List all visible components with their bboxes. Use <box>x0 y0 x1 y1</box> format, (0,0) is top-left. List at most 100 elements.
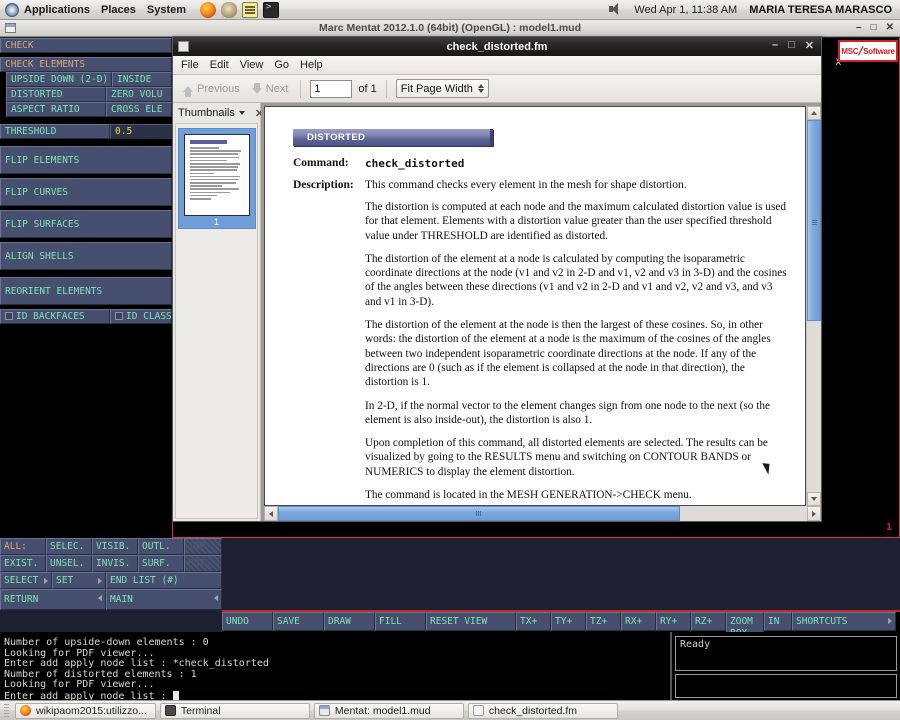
button-end-list[interactable]: END LIST (#) <box>106 572 222 589</box>
hscroll-track[interactable] <box>278 506 807 521</box>
mentat-console[interactable]: Number of upside-down elements : 0 Looki… <box>0 632 672 701</box>
button-aspect-ratio[interactable]: ASPECT RATIO <box>6 102 106 117</box>
button-align-shells[interactable]: ALIGN SHELLS <box>0 242 172 270</box>
button-cross-elements[interactable]: CROSS ELE <box>106 102 172 117</box>
task-item-terminal[interactable]: Terminal <box>159 702 310 719</box>
button-select-visible[interactable]: SELEC. <box>46 538 92 555</box>
pdf-menu-file[interactable]: File <box>181 59 199 71</box>
thumbnail-mode-label[interactable]: Thumbnails <box>178 107 235 119</box>
distro-logo-icon[interactable] <box>5 3 19 17</box>
firefox-icon[interactable] <box>200 1 217 18</box>
button-main[interactable]: MAIN <box>106 589 222 610</box>
panel-launchers <box>200 1 280 18</box>
button-rz-plus[interactable]: RZ+ <box>691 612 726 631</box>
scroll-up-button[interactable] <box>807 106 821 120</box>
pdf-horizontal-scrollbar[interactable] <box>264 506 821 521</box>
pdf-vertical-scrollbar[interactable] <box>806 106 821 506</box>
button-set-menu[interactable]: SET <box>52 572 106 589</box>
vscroll-thumb[interactable] <box>807 120 821 321</box>
hscroll-thumb[interactable] <box>278 506 681 521</box>
button-flip-elements[interactable]: FLIP ELEMENTS <box>0 146 172 174</box>
close-button[interactable]: ✕ <box>886 22 894 34</box>
console-line: Enter add apply node list : *check_disto… <box>4 658 269 669</box>
button-reset-view[interactable]: RESET VIEW <box>426 612 516 631</box>
button-invisible[interactable]: INVIS. <box>92 555 138 572</box>
menu-applications[interactable]: Applications <box>24 4 90 16</box>
button-fill[interactable]: FILL <box>375 612 426 631</box>
toggle-id-backfaces[interactable]: ID BACKFACES <box>0 309 110 324</box>
pdf-maximize-button[interactable]: □ <box>788 39 795 52</box>
vscroll-track[interactable] <box>807 120 821 492</box>
pdf-menu-go[interactable]: Go <box>274 59 289 71</box>
button-reorient-elements[interactable]: REORIENT ELEMENTS <box>0 277 172 305</box>
button-existing[interactable]: EXIST. <box>0 555 46 572</box>
scroll-down-button[interactable] <box>807 492 821 506</box>
gimp-icon[interactable] <box>221 1 238 18</box>
menu-places[interactable]: Places <box>101 4 136 16</box>
button-zoom-in[interactable]: IN <box>764 612 792 631</box>
document-paragraph: Upon completion of this command, all dis… <box>365 437 768 478</box>
threshold-row: THRESHOLD 0.5 <box>0 124 172 139</box>
spinner-icon <box>477 84 484 93</box>
toggle-id-class[interactable]: ID CLASS <box>110 309 172 324</box>
button-shortcuts[interactable]: SHORTCUTS <box>792 612 896 631</box>
pdf-menu-view[interactable]: View <box>240 59 264 71</box>
pdf-window-menu-icon[interactable] <box>178 41 189 52</box>
check-row-2: DISTORTED ZERO VOLU <box>0 87 172 102</box>
button-save[interactable]: SAVE <box>273 612 324 631</box>
button-tz-plus[interactable]: TZ+ <box>586 612 621 631</box>
menu-system[interactable]: System <box>147 4 186 16</box>
thumbnail-item-1[interactable]: 1 <box>177 128 256 229</box>
maximize-button[interactable]: □ <box>871 22 877 34</box>
button-undo[interactable]: UNDO <box>222 612 273 631</box>
button-outline[interactable]: OUTL. <box>138 538 184 555</box>
button-top[interactable]: TOP <box>184 538 222 555</box>
task-item-pdf[interactable]: check_distorted.fm <box>467 702 618 719</box>
button-return[interactable]: RETURN <box>0 589 106 610</box>
threshold-label: THRESHOLD <box>0 124 110 139</box>
button-bottom[interactable]: BOT. <box>184 555 222 572</box>
next-page-button[interactable]: Next <box>249 82 292 96</box>
button-upside-down-2d[interactable]: UPSIDE DOWN (2-D) <box>6 72 112 87</box>
user-name[interactable]: MARIA TERESA MARASCO <box>749 4 892 16</box>
button-zero-volume[interactable]: ZERO VOLU <box>106 87 172 102</box>
button-tx-plus[interactable]: TX+ <box>516 612 551 631</box>
pdf-minimize-button[interactable]: – <box>772 39 778 52</box>
text-editor-icon[interactable] <box>242 1 259 18</box>
console-line: Looking for PDF viewer... <box>4 647 155 659</box>
threshold-input[interactable]: 0.5 <box>110 124 172 139</box>
page-number-input[interactable]: 1 <box>310 79 353 98</box>
pdf-menu-edit[interactable]: Edit <box>210 59 229 71</box>
previous-page-button[interactable]: Previous <box>180 82 243 97</box>
terminal-icon[interactable] <box>263 1 280 18</box>
task-item-mentat[interactable]: Mentat: model1.mud <box>313 702 464 719</box>
button-unselect[interactable]: UNSEL. <box>46 555 92 572</box>
button-surface[interactable]: SURF. <box>138 555 184 572</box>
zoom-mode-select[interactable]: Fit Page Width <box>395 79 489 98</box>
button-ry-plus[interactable]: RY+ <box>656 612 691 631</box>
task-item-firefox[interactable]: wikipaom2015:utilizzo... <box>15 702 156 719</box>
scroll-left-button[interactable] <box>264 506 278 521</box>
pdf-menu-help[interactable]: Help <box>300 59 323 71</box>
clock[interactable]: Wed Apr 1, 11:38 AM <box>634 4 737 16</box>
button-draw[interactable]: DRAW <box>324 612 375 631</box>
taskbar-grip[interactable] <box>4 703 9 718</box>
pdf-page-canvas[interactable]: DISTORTED Command: check_distorted Descr… <box>264 106 806 506</box>
button-inside-out[interactable]: INSIDE <box>112 72 172 87</box>
button-ty-plus[interactable]: TY+ <box>551 612 586 631</box>
button-flip-surfaces[interactable]: FLIP SURFACES <box>0 210 172 238</box>
button-rx-plus[interactable]: RX+ <box>621 612 656 631</box>
volume-icon[interactable] <box>609 3 622 16</box>
scroll-right-button[interactable] <box>807 506 821 521</box>
button-distorted[interactable]: DISTORTED <box>6 87 106 102</box>
thumbnail-list[interactable]: 1 <box>175 123 258 519</box>
button-flip-curves[interactable]: FLIP CURVES <box>0 178 172 206</box>
pdf-close-button[interactable]: ✕ <box>805 39 814 52</box>
pdf-viewer-window: check_distorted.fm – □ ✕ File Edit View … <box>172 36 822 522</box>
button-visible[interactable]: VISIB. <box>92 538 138 555</box>
chevron-down-icon[interactable] <box>238 111 245 115</box>
button-select-menu[interactable]: SELECT <box>0 572 52 589</box>
minimize-button[interactable]: – <box>856 22 862 34</box>
sidebar-header-check[interactable]: CHECK <box>0 38 172 53</box>
window-menu-icon[interactable] <box>5 23 16 33</box>
